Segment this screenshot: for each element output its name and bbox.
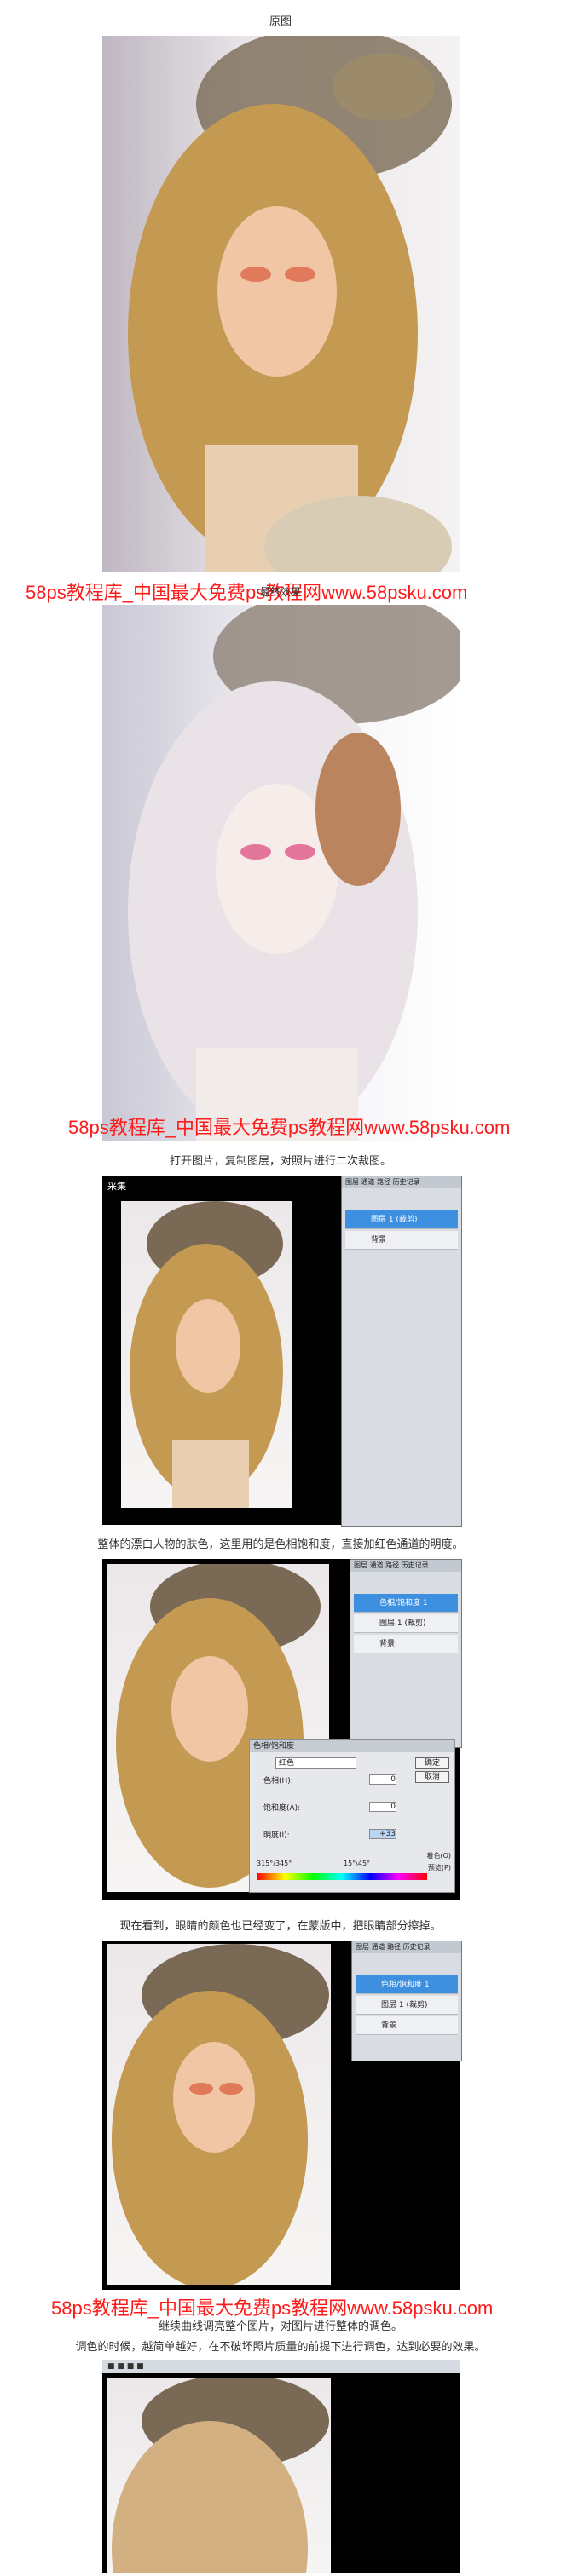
layer-row[interactable]: 背景 — [356, 2016, 458, 2035]
photo-original — [102, 36, 460, 572]
colorize-checkbox[interactable]: 着色(O) — [426, 1851, 451, 1860]
channel-select[interactable]: 红色 — [275, 1757, 356, 1769]
caption-step2: 整体的漂白人物的肤色，这里用的是色相饱和度，直接加红色通道的明度。 — [97, 1538, 464, 1551]
range-left: 315°/345° — [257, 1860, 292, 1867]
ps-screenshot-2: 图层 通道 路径 历史记录 色相/饱和度 1 图层 1 (裁剪) 背景 色相/饱… — [102, 1559, 462, 1900]
hue-value[interactable]: 0 — [369, 1774, 396, 1785]
dialog-title: 色相/饱和度 — [250, 1740, 454, 1752]
ps-menu-bar: ■ ■ ■ ■ — [102, 2360, 460, 2373]
caption-step1: 打开图片，复制图层，对照片进行二次裁图。 — [169, 1155, 391, 1168]
ps3-canvas — [112, 1944, 329, 2289]
collect-label: 采集 — [107, 1181, 126, 1192]
watermark-2: 58ps教程库_中国最大免费ps教程网www.58psku.com — [68, 1117, 511, 1138]
hue-label: 色相(H): — [263, 1777, 293, 1785]
layers-panel-2: 图层 通道 路径 历史记录 色相/饱和度 1 图层 1 (裁剪) 背景 — [350, 1559, 462, 1748]
caption-step4b: 调色的时候，越简单越好，在不破坏照片质量的前提下进行调色，达到必要的效果。 — [75, 2341, 486, 2354]
preview-checkbox[interactable]: 预览(P) — [428, 1863, 451, 1872]
ps-screenshot-3: 图层 通道 路径 历史记录 色相/饱和度 1 图层 1 (裁剪) 背景 — [102, 1941, 462, 2290]
portrait-final-illustration — [128, 605, 460, 1141]
photo-final-effect — [102, 605, 460, 1141]
hue-spectrum-bar — [257, 1873, 427, 1880]
layer-row[interactable]: 图层 1 (裁剪) — [345, 1210, 458, 1229]
ps1-canvas — [130, 1201, 283, 1508]
caption-step4a: 继续曲线调亮整个图片，对图片进行整体的调色。 — [158, 2320, 402, 2333]
portrait-illustration — [128, 36, 452, 572]
cancel-button[interactable]: 取消 — [415, 1771, 449, 1783]
light-label: 明度(I): — [263, 1831, 290, 1840]
ps-screenshot-4: ■ ■ ■ ■ — [102, 2360, 460, 2576]
range-right: 15°\45° — [344, 1860, 371, 1867]
caption-original: 原图 — [269, 15, 292, 28]
ps-screenshot-1: 采集 图层 通道 路径 历史记录 图层 1 (裁剪) 背景 — [102, 1176, 462, 1527]
ok-button[interactable]: 确定 — [415, 1757, 449, 1769]
layer-row[interactable]: 色相/饱和度 1 — [356, 1975, 458, 1994]
layer-row[interactable]: 图层 1 (裁剪) — [356, 1996, 458, 2015]
caption-step3: 现在看到，眼睛的颜色也已经变了，在蒙版中，把眼睛部分擦掉。 — [119, 1920, 442, 1933]
ps4-canvas — [112, 2374, 329, 2576]
hue-saturation-dialog: 色相/饱和度 红色 色相(H): 0 饱和度(A): 0 明度(I): +33 … — [249, 1739, 455, 1893]
layers-panel-3: 图层 通道 路径 历史记录 色相/饱和度 1 图层 1 (裁剪) 背景 — [351, 1941, 462, 2061]
light-value[interactable]: +33 — [369, 1829, 396, 1839]
layers-panel-1: 图层 通道 路径 历史记录 图层 1 (裁剪) 背景 — [341, 1176, 462, 1527]
layer-row[interactable]: 色相/饱和度 1 — [354, 1594, 458, 1613]
layer-row[interactable]: 背景 — [354, 1635, 458, 1653]
sat-value[interactable]: 0 — [369, 1802, 396, 1812]
layer-row[interactable]: 背景 — [345, 1231, 458, 1250]
layer-row[interactable]: 图层 1 (裁剪) — [354, 1614, 458, 1633]
sat-label: 饱和度(A): — [263, 1804, 301, 1813]
caption-effect: 最终效果 — [259, 586, 301, 598]
